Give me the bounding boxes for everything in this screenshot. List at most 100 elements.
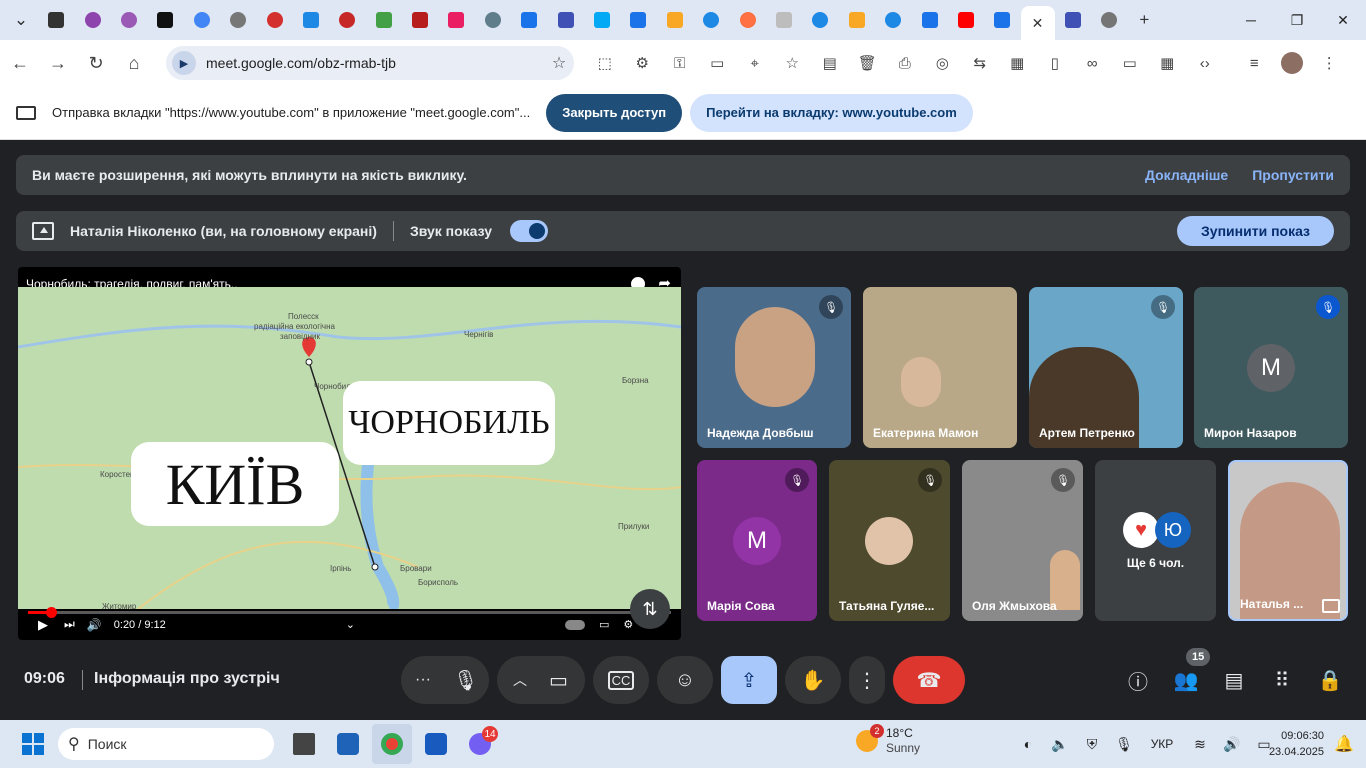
star-outline-icon[interactable]: ☆ <box>774 45 812 81</box>
document-icon[interactable]: ▤ <box>811 45 849 81</box>
store-app[interactable] <box>328 724 368 764</box>
tab-active[interactable]: ✕ <box>1020 6 1055 40</box>
camera-icon[interactable]: ▭ <box>549 668 568 693</box>
key-icon[interactable]: ⚿ <box>661 45 699 81</box>
stop-sharing-button[interactable]: Закрыть доступ <box>546 93 683 132</box>
clock-date[interactable]: 09:06:30 23.04.2025 <box>1269 728 1324 760</box>
subtitles-icon[interactable]: ▭ <box>599 618 609 631</box>
tab[interactable] <box>220 4 256 36</box>
screenshot-icon[interactable]: ◎ <box>924 45 962 81</box>
participant-tile[interactable]: 🎙 Татьяна Гуляе... <box>829 460 950 621</box>
tab[interactable] <box>1091 4 1127 36</box>
extension-icon[interactable]: ⚙ <box>624 45 662 81</box>
wifi-icon[interactable]: ≋ <box>1184 736 1216 753</box>
chrome-app[interactable] <box>372 724 412 764</box>
tab[interactable] <box>802 4 838 36</box>
tab[interactable] <box>547 4 583 36</box>
tab[interactable] <box>620 4 656 36</box>
code-icon[interactable]: ‹› <box>1186 45 1224 81</box>
chat-button[interactable]: ▤ <box>1219 668 1249 692</box>
people-button[interactable]: 👥 <box>1171 668 1201 692</box>
viber-tray-icon[interactable]: ◐ <box>1012 736 1044 752</box>
skip-link[interactable]: Пропустити <box>1252 167 1334 183</box>
tab[interactable] <box>948 4 984 36</box>
participant-tile[interactable]: М 🎙 Марія Сова <box>697 460 817 621</box>
participant-tile[interactable]: 🎙 Артем Петренко <box>1029 287 1183 448</box>
tab[interactable] <box>438 4 474 36</box>
host-controls-button[interactable]: 🔒 <box>1315 668 1345 692</box>
reading-mode-icon[interactable]: ▯ <box>1036 45 1074 81</box>
pip-icon[interactable] <box>1322 599 1340 613</box>
chevron-down-icon[interactable]: ⌄ <box>346 618 355 631</box>
translate-icon[interactable]: ⇆ <box>961 45 999 81</box>
autoplay-toggle[interactable] <box>564 619 585 630</box>
address-bar[interactable]: ▶ meet.google.com/obz-rmab-tjb ☆ <box>166 46 574 80</box>
viber-app[interactable]: 14 <box>460 724 500 764</box>
present-button[interactable]: ⇪ <box>721 656 777 704</box>
weather-widget[interactable]: 2 18°C Sunny <box>856 724 920 756</box>
tab[interactable] <box>1055 4 1091 36</box>
qr-code-icon[interactable]: ▦ <box>999 45 1037 81</box>
tab[interactable] <box>111 4 147 36</box>
tab[interactable] <box>729 4 765 36</box>
trash-icon[interactable]: 🗑 <box>849 45 887 81</box>
tab[interactable] <box>74 4 110 36</box>
more-options-button[interactable]: ⋮ <box>849 656 885 704</box>
print-icon[interactable]: ⎙ <box>886 45 924 81</box>
tab[interactable] <box>911 4 947 36</box>
word-app[interactable] <box>416 724 456 764</box>
tab[interactable] <box>256 4 292 36</box>
more-participants-tile[interactable]: ♥ Ю Ще 6 чол. <box>1095 460 1216 621</box>
participant-tile[interactable]: Екатерина Мамон <box>863 287 1017 448</box>
tab[interactable] <box>147 4 183 36</box>
tab[interactable] <box>584 4 620 36</box>
minimize-button[interactable]: ─ <box>1228 0 1274 40</box>
close-window-button[interactable]: ✕ <box>1320 0 1366 40</box>
link-icon[interactable]: ∞ <box>1074 45 1112 81</box>
participant-tile[interactable]: М 🎙 Мирон Назаров <box>1194 287 1348 448</box>
bookmark-star-icon[interactable]: ☆ <box>544 53 574 73</box>
forward-button[interactable]: → <box>40 45 76 81</box>
taskbar-search[interactable]: ⚲ Поиск <box>58 728 274 760</box>
tab[interactable] <box>475 4 511 36</box>
table-icon[interactable]: ▦ <box>1149 45 1187 81</box>
settings-icon[interactable]: ⚙ <box>623 618 633 631</box>
reactions-button[interactable]: ☺ <box>657 656 713 704</box>
task-view-button[interactable] <box>284 724 324 764</box>
profile-avatar[interactable] <box>1273 45 1311 81</box>
tab[interactable] <box>984 4 1020 36</box>
close-icon[interactable]: ✕ <box>1032 15 1044 32</box>
media-controls-icon[interactable]: ≡ <box>1236 45 1274 81</box>
speaker-tray-icon[interactable]: 🔈 <box>1044 736 1076 753</box>
share-audio-toggle[interactable] <box>510 220 549 242</box>
next-icon[interactable]: ⏭ <box>64 617 75 632</box>
tab[interactable] <box>366 4 402 36</box>
captions-button[interactable]: CC <box>593 656 649 704</box>
tab[interactable] <box>657 4 693 36</box>
stop-presenting-button[interactable]: Зупинити показ <box>1177 216 1334 246</box>
tab[interactable] <box>402 4 438 36</box>
url-text[interactable]: meet.google.com/obz-rmab-tjb <box>206 55 544 71</box>
presented-video[interactable]: Чорнобиль: трагедія, подвиг, пам'ять.. ➦… <box>18 267 681 640</box>
microphone-tray-icon[interactable]: 🎙 <box>1108 736 1140 753</box>
notifications-bell-icon[interactable]: 🔔 <box>1334 734 1354 754</box>
shield-icon[interactable]: ⛨ <box>1076 736 1108 753</box>
card-icon[interactable]: ▭ <box>699 45 737 81</box>
maximize-button[interactable]: ❐ <box>1274 0 1320 40</box>
go-to-tab-button[interactable]: Перейти на вкладку: www.youtube.com <box>690 93 973 132</box>
meeting-details-button[interactable]: ⓘ <box>1123 668 1153 694</box>
tab[interactable] <box>329 4 365 36</box>
leave-call-button[interactable]: ☎ <box>893 656 965 704</box>
tab[interactable] <box>875 4 911 36</box>
home-button[interactable]: ⌂ <box>116 45 152 81</box>
participant-tile[interactable]: 🎙 Надежда Довбыш <box>697 287 851 448</box>
location-pin-icon[interactable]: ⌖ <box>736 45 774 81</box>
volume-icon[interactable]: 🔊 <box>87 618 102 632</box>
devices-icon[interactable]: ▭ <box>1111 45 1149 81</box>
tab[interactable] <box>839 4 875 36</box>
participant-tile[interactable]: 🎙 Оля Жмыхова <box>962 460 1083 621</box>
raise-hand-button[interactable]: ✋ <box>785 656 841 704</box>
back-button[interactable]: ← <box>2 45 38 81</box>
more-audio-options-icon[interactable]: ··· <box>415 671 431 689</box>
chevron-up-icon[interactable]: ︿ <box>513 670 527 690</box>
